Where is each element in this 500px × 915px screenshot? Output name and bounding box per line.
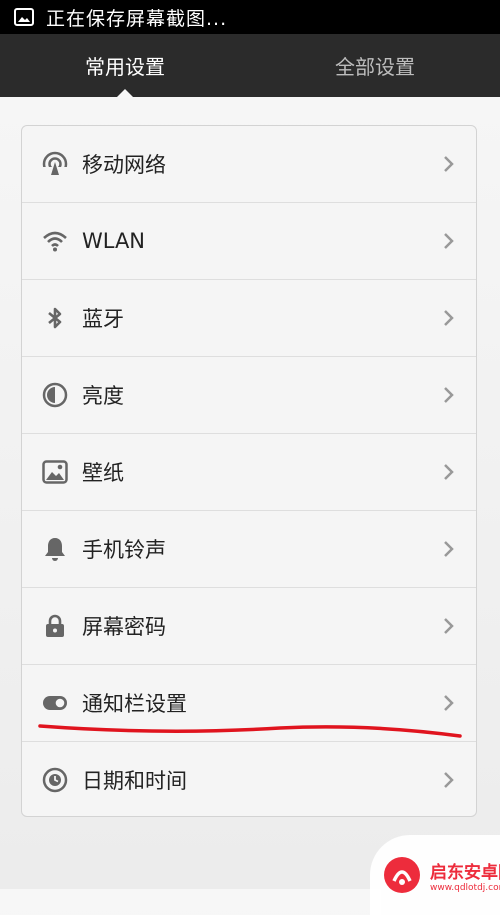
setting-row-bluetooth[interactable]: 蓝牙: [22, 280, 476, 357]
setting-row-notification-bar[interactable]: 通知栏设置: [22, 665, 476, 742]
setting-row-screen-password[interactable]: 屏幕密码: [22, 588, 476, 665]
chevron-right-icon: [444, 618, 454, 634]
watermark-logo-icon: [384, 857, 420, 893]
mobile-network-icon: [42, 151, 68, 177]
wallpaper-icon: [42, 459, 68, 485]
setting-row-date-time[interactable]: 日期和时间: [22, 742, 476, 816]
tab-all-settings[interactable]: 全部设置: [250, 34, 500, 97]
setting-label: 移动网络: [82, 153, 166, 177]
clock-icon: [42, 767, 68, 793]
chevron-right-icon: [444, 310, 454, 326]
bell-icon: [42, 536, 68, 562]
wifi-icon: [42, 228, 68, 254]
status-text: 正在保存屏幕截图...: [46, 7, 228, 30]
settings-list: 移动网络 WLAN 蓝牙 亮度 壁纸 手机铃声 屏幕密码 通知栏设置 日期和时间: [21, 125, 477, 817]
lock-icon: [42, 613, 68, 639]
setting-label: 手机铃声: [82, 538, 166, 562]
watermark: 启东安卓网 www.qdlotdj.com: [370, 835, 500, 915]
setting-label: 日期和时间: [82, 769, 187, 793]
setting-label: 蓝牙: [82, 307, 124, 331]
bluetooth-icon: [42, 305, 68, 331]
setting-label: 亮度: [82, 384, 124, 408]
chevron-right-icon: [444, 387, 454, 403]
chevron-right-icon: [444, 541, 454, 557]
toggle-icon: [42, 690, 68, 716]
chevron-right-icon: [444, 233, 454, 249]
setting-label: WLAN: [82, 229, 146, 253]
chevron-right-icon: [444, 156, 454, 172]
setting-row-wallpaper[interactable]: 壁纸: [22, 434, 476, 511]
setting-row-brightness[interactable]: 亮度: [22, 357, 476, 434]
watermark-title: 启东安卓网: [430, 862, 500, 883]
chevron-right-icon: [444, 695, 454, 711]
setting-label: 壁纸: [82, 461, 124, 485]
brightness-icon: [42, 382, 68, 408]
setting-row-mobile-network[interactable]: 移动网络: [22, 126, 476, 203]
tab-common-settings[interactable]: 常用设置: [0, 34, 250, 98]
chevron-right-icon: [444, 772, 454, 788]
setting-row-wlan[interactable]: WLAN: [22, 203, 476, 280]
watermark-url: www.qdlotdj.com: [430, 882, 500, 893]
setting-label: 通知栏设置: [82, 692, 187, 716]
chevron-right-icon: [444, 464, 454, 480]
setting-label: 屏幕密码: [82, 615, 166, 639]
tab-bar: 常用设置 全部设置: [0, 34, 500, 98]
image-icon: [14, 8, 34, 26]
setting-row-ringtone[interactable]: 手机铃声: [22, 511, 476, 588]
status-bar: 正在保存屏幕截图...: [0, 0, 500, 34]
